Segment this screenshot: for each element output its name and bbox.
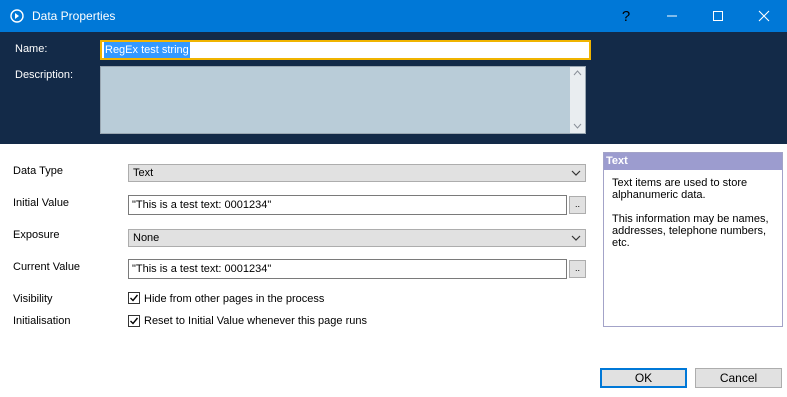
exposure-label: Exposure <box>13 229 60 241</box>
ok-button[interactable]: OK <box>600 368 687 388</box>
current-value-label: Current Value <box>13 261 81 273</box>
initialisation-checkbox[interactable] <box>128 315 140 327</box>
initial-value-text: "This is a test text: 0001234" <box>132 199 272 211</box>
exposure-select[interactable]: None <box>128 229 586 247</box>
help-title: Text <box>604 153 782 170</box>
window-title: Data Properties <box>32 9 116 23</box>
description-input[interactable] <box>100 66 586 134</box>
app-icon <box>10 9 24 23</box>
close-button[interactable] <box>741 0 787 32</box>
initial-value-label: Initial Value <box>13 197 70 209</box>
minimize-icon <box>667 15 677 17</box>
initialisation-label: Initialisation <box>13 315 71 327</box>
visibility-checkbox[interactable] <box>128 292 140 304</box>
visibility-label: Visibility <box>13 293 53 305</box>
current-value-input[interactable]: "This is a test text: 0001234" <box>128 259 567 279</box>
help-button[interactable]: ? <box>603 0 649 32</box>
help-paragraph: Text items are used to store alphanumeri… <box>612 177 748 201</box>
help-panel: Text Text items are used to store alphan… <box>603 152 783 327</box>
checkmark-icon <box>130 317 139 325</box>
chevron-down-icon <box>571 170 581 176</box>
initial-value-input[interactable]: "This is a test text: 0001234" <box>128 195 567 215</box>
checkmark-icon <box>130 294 139 302</box>
maximize-icon <box>713 11 723 21</box>
help-paragraph: This information may be names, addresses… <box>612 213 769 249</box>
description-scrollbar[interactable] <box>570 67 585 133</box>
visibility-checkbox-label[interactable]: Hide from other pages in the process <box>144 293 324 305</box>
name-input[interactable]: RegEx test string <box>100 40 591 60</box>
header-panel: Name: RegEx test string Description: <box>0 32 787 144</box>
cancel-button[interactable]: Cancel <box>695 368 782 388</box>
minimize-button[interactable] <box>649 0 695 32</box>
maximize-button[interactable] <box>695 0 741 32</box>
name-label: Name: <box>15 43 48 55</box>
name-input-value: RegEx test string <box>104 42 190 58</box>
scroll-down-icon[interactable] <box>573 123 582 129</box>
data-type-select[interactable]: Text <box>128 164 586 182</box>
current-value-text: "This is a test text: 0001234" <box>132 263 272 275</box>
exposure-value: None <box>133 232 160 244</box>
close-icon <box>758 10 770 22</box>
title-bar: Data Properties ? <box>0 0 787 32</box>
initialisation-checkbox-label[interactable]: Reset to Initial Value whenever this pag… <box>144 315 367 327</box>
scroll-up-icon[interactable] <box>573 70 582 76</box>
current-value-edit-button[interactable]: .. <box>569 260 586 278</box>
initial-value-edit-button[interactable]: .. <box>569 196 586 214</box>
data-type-value: Text <box>133 167 154 179</box>
chevron-down-icon <box>571 235 581 241</box>
data-type-label: Data Type <box>13 165 63 177</box>
description-label: Description: <box>15 69 74 81</box>
